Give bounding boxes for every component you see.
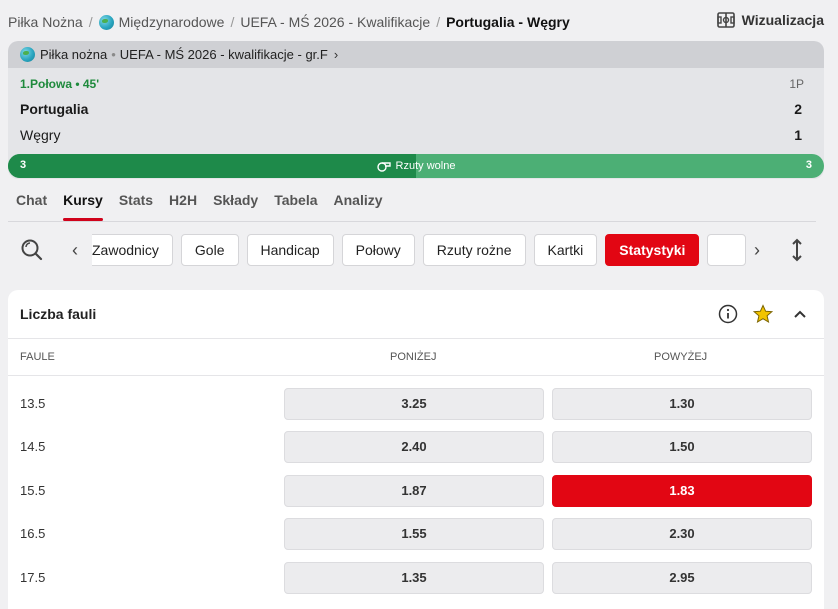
column-line: FAULE [20, 351, 55, 363]
chip-corners[interactable]: Rzuty rożne [422, 234, 526, 266]
free-kicks-stat-bar: Rzuty wolne 3 3 [8, 154, 824, 178]
chevron-right-icon: › [333, 47, 339, 62]
odd-over-button[interactable]: 2.30 [552, 518, 812, 550]
chevron-left-icon[interactable]: ‹ [72, 240, 78, 261]
stat-bar-label: Rzuty wolne [395, 160, 456, 172]
odd-under-button[interactable]: 3.25 [284, 388, 544, 420]
row-line: 15.5 [20, 483, 46, 498]
stat-bar-home-value: 3 [20, 159, 27, 171]
market-chips: Zawodnicy Gole Handicap Połowy Rzuty roż… [92, 234, 746, 266]
visualization-icon [716, 12, 735, 28]
breadcrumb-item-sport[interactable]: Piłka Nożna [8, 14, 83, 30]
match-status: 1.Połowa • 45' [20, 77, 100, 91]
breadcrumb-separator: / [230, 14, 235, 30]
match-tabs: Chat Kursy Stats H2H Składy Tabela Anali… [8, 188, 816, 222]
league-competition: UEFA - MŚ 2026 - kwalifikacje - gr.F [119, 47, 328, 62]
chip-players[interactable]: Zawodnicy [92, 234, 173, 266]
away-team-name: Węgry [20, 127, 61, 143]
league-bar[interactable]: Piłka nożna • UEFA - MŚ 2026 - kwalifika… [8, 41, 824, 68]
breadcrumb-item-competition[interactable]: UEFA - MŚ 2026 - Kwalifikacje [240, 14, 430, 30]
row-line: 16.5 [20, 526, 46, 541]
market-header[interactable]: Liczba fauli [8, 290, 824, 339]
match-period: 1P [789, 77, 804, 91]
tab-h2h[interactable]: H2H [161, 188, 205, 221]
home-team-score: 2 [794, 101, 802, 117]
tab-stats[interactable]: Stats [111, 188, 161, 221]
row-line: 17.5 [20, 570, 46, 585]
market-title: Liczba fauli [20, 306, 97, 322]
chevron-right-icon[interactable]: › [754, 240, 760, 261]
stat-bar-away-value: 3 [805, 159, 812, 171]
market-row: 13.5 3.25 1.30 [8, 388, 824, 420]
column-over: POWYŻEJ [654, 351, 708, 363]
odd-under-button[interactable]: 2.40 [284, 431, 544, 463]
odd-over-button-selected[interactable]: 1.83 [552, 475, 812, 507]
market-row: 17.5 1.35 2.95 [8, 562, 824, 594]
breadcrumb-item-region[interactable]: Międzynarodowe [119, 14, 225, 30]
search-icon[interactable] [20, 238, 44, 262]
breadcrumb-separator: / [436, 14, 441, 30]
chip-goals[interactable]: Gole [180, 234, 239, 266]
market-row: 16.5 1.55 2.30 [8, 518, 824, 550]
away-team-score: 1 [794, 127, 802, 143]
tab-lineups[interactable]: Składy [205, 188, 266, 221]
visualization-button[interactable]: Wizualizacja [716, 12, 824, 28]
chip-next[interactable] [707, 234, 746, 266]
match-card: Piłka nożna • UEFA - MŚ 2026 - kwalifika… [8, 41, 824, 179]
tab-chat[interactable]: Chat [8, 188, 55, 221]
odd-over-button[interactable]: 1.50 [552, 431, 812, 463]
star-icon[interactable] [753, 304, 773, 324]
whistle-icon [376, 162, 391, 172]
odd-over-button[interactable]: 1.30 [552, 388, 812, 420]
column-under: PONIŻEJ [390, 351, 437, 363]
chip-halves[interactable]: Połowy [341, 234, 415, 266]
market-row: 14.5 2.40 1.50 [8, 431, 824, 463]
chip-handicap[interactable]: Handicap [246, 234, 334, 266]
odd-under-button[interactable]: 1.55 [284, 518, 544, 550]
market-column-headers: FAULE PONIŻEJ POWYŻEJ [8, 339, 824, 376]
odd-under-button[interactable]: 1.87 [284, 475, 544, 507]
chip-cards[interactable]: Kartki [533, 234, 598, 266]
breadcrumb: Piłka Nożna / Międzynarodowe / UEFA - MŚ… [8, 13, 570, 31]
row-line: 14.5 [20, 439, 46, 454]
info-icon[interactable] [718, 304, 738, 324]
odd-over-button[interactable]: 2.95 [552, 562, 812, 594]
league-separator: • [111, 47, 116, 62]
expand-icon[interactable] [790, 237, 804, 263]
market-row: 15.5 1.87 1.83 [8, 475, 824, 507]
globe-icon [98, 14, 114, 30]
chip-statistics[interactable]: Statystyki [605, 234, 700, 266]
stat-bar-label-wrap: Rzuty wolne [8, 154, 824, 178]
breadcrumb-separator: / [88, 14, 93, 30]
league-sport: Piłka nożna [40, 47, 108, 62]
market-filter-bar: ‹ Zawodnicy Gole Handicap Połowy Rzuty r… [8, 234, 832, 266]
tab-table[interactable]: Tabela [266, 188, 325, 221]
chevron-up-icon[interactable] [793, 307, 807, 321]
row-line: 13.5 [20, 396, 46, 411]
odd-under-button[interactable]: 1.35 [284, 562, 544, 594]
tab-odds[interactable]: Kursy [55, 188, 111, 221]
breadcrumb-item-match: Portugalia - Węgry [446, 14, 570, 30]
tab-analysis[interactable]: Analizy [326, 188, 391, 221]
market-card: Liczba fauli FAULE PONIŻEJ POWYŻEJ 13.5 … [8, 290, 824, 609]
home-team-name: Portugalia [20, 101, 89, 117]
globe-icon [20, 47, 35, 62]
visualization-label: Wizualizacja [741, 12, 824, 28]
